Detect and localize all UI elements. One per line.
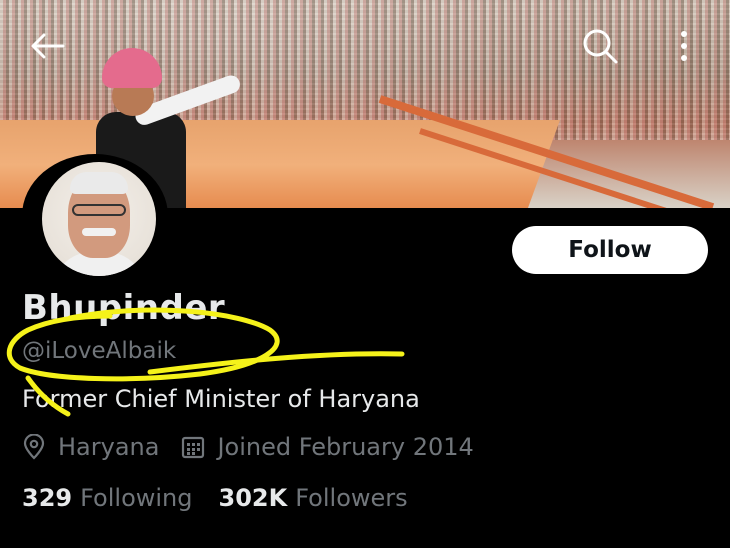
calendar-icon bbox=[182, 436, 205, 459]
avatar-photo bbox=[42, 162, 156, 276]
search-button[interactable] bbox=[580, 26, 620, 66]
back-arrow-icon bbox=[31, 33, 65, 59]
profile-handle: @iLoveAlbaik bbox=[22, 338, 177, 364]
followers-count[interactable]: 302K bbox=[219, 484, 288, 512]
more-options-button[interactable] bbox=[664, 26, 704, 66]
follow-button[interactable]: Follow bbox=[512, 226, 708, 274]
profile-bio: Former Chief Minister of Haryana bbox=[22, 385, 420, 413]
profile-avatar[interactable] bbox=[22, 154, 168, 278]
profile-meta: Haryana Joined February 2014 bbox=[22, 433, 496, 461]
followers-label[interactable]: Followers bbox=[295, 484, 407, 512]
location-pin-icon bbox=[23, 434, 45, 460]
joined-text: Joined February 2014 bbox=[217, 433, 474, 461]
profile-name: Bhupinder bbox=[22, 288, 226, 328]
location-text: Haryana bbox=[58, 433, 160, 461]
following-label[interactable]: Following bbox=[80, 484, 192, 512]
following-count[interactable]: 329 bbox=[22, 484, 72, 512]
search-icon bbox=[583, 29, 618, 64]
profile-stats: 329 Following 302K Followers bbox=[22, 484, 434, 512]
back-button[interactable] bbox=[28, 26, 68, 66]
profile-location: Haryana bbox=[22, 433, 159, 461]
more-vertical-icon bbox=[681, 31, 687, 61]
profile-joined: Joined February 2014 bbox=[181, 433, 474, 461]
